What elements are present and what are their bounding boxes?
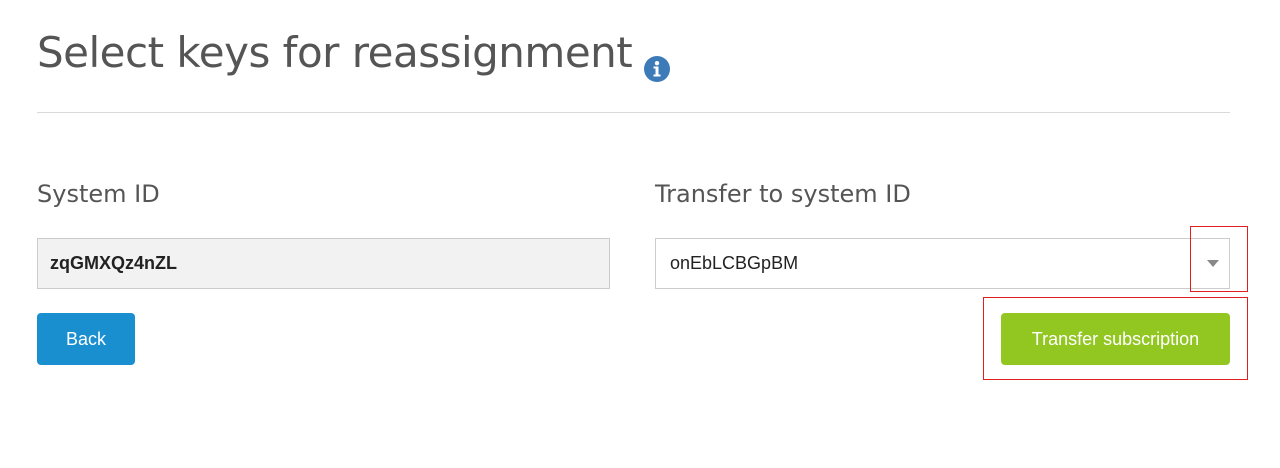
transfer-system-id-select[interactable]: onEbLCBGpBM [655,238,1230,289]
back-button[interactable]: Back [37,313,135,365]
info-icon[interactable] [644,43,671,82]
transfer-system-id-value: onEbLCBGpBM [670,253,799,273]
page-title: Select keys for reassignment [37,28,671,82]
transfer-to-system-id-label: Transfer to system ID [655,180,911,208]
transfer-subscription-button[interactable]: Transfer subscription [1001,313,1230,365]
system-id-field: zqGMXQz4nZL [37,238,610,289]
page-title-text: Select keys for reassignment [37,28,633,77]
reassignment-page: Select keys for reassignment System ID T… [0,0,1280,468]
header-divider [37,112,1230,113]
dropdown-caret-highlight [1190,226,1248,292]
system-id-value: zqGMXQz4nZL [50,253,177,273]
system-id-label: System ID [37,180,160,208]
